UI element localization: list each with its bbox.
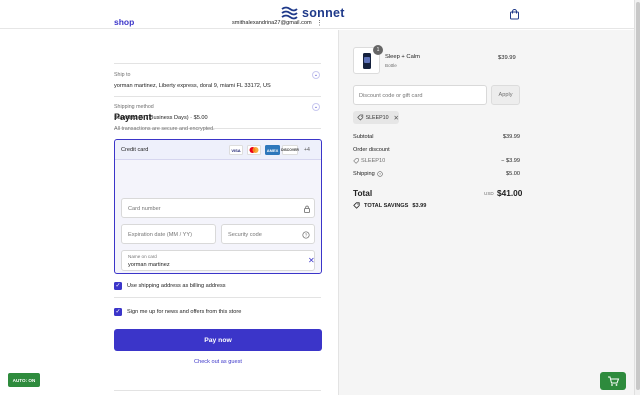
security-code-field[interactable]: Security code ?: [221, 224, 315, 244]
auto-toggle-button[interactable]: AUTO: ON: [8, 373, 40, 387]
ship-to-label: Ship to: [114, 72, 131, 78]
amex-icon: AMEX: [265, 145, 280, 155]
shipping-label: Shipping: [353, 171, 375, 177]
applied-discount-code: SLEEP10: [365, 114, 389, 121]
floating-cart-button[interactable]: [600, 372, 626, 390]
applied-discount-chip: SLEEP10 ✕: [353, 111, 399, 124]
name-on-card-field[interactable]: Name on card yorman martinez ✕: [121, 250, 315, 271]
ship-to-chevron-down-icon[interactable]: ⌄: [312, 71, 320, 79]
discount-placeholder: Discount code or gift card: [359, 93, 423, 99]
clear-icon[interactable]: ✕: [308, 256, 315, 265]
store-logo[interactable]: sonnet: [281, 6, 345, 20]
ship-to-value: yorman martinez, Liberty express, doral …: [114, 83, 271, 89]
tag-icon: [353, 158, 359, 164]
security-code-placeholder: Security code: [228, 232, 262, 238]
shop-pay-logo: shop: [114, 17, 135, 27]
product-name: Sleep + Calm: [385, 54, 420, 60]
remove-discount-icon[interactable]: ✕: [394, 114, 399, 122]
shipping-method-chevron-down-icon[interactable]: ⌄: [312, 103, 320, 111]
tag-icon: [353, 202, 360, 209]
total-currency: USD: [484, 191, 494, 196]
shipping-row: Shipping ?: [353, 171, 383, 177]
help-circle-icon[interactable]: ?: [302, 231, 310, 239]
product-variant: Bottle: [385, 63, 397, 68]
newsletter-label: Sign me up for news and offers from this…: [127, 309, 242, 315]
discount-code: SLEEP10: [361, 158, 386, 164]
scrollbar-thumb[interactable]: [636, 2, 640, 390]
discover-icon: DISCOVER: [281, 145, 299, 155]
billing-address-checkbox[interactable]: ✓: [114, 282, 122, 290]
credit-card-label: Credit card: [121, 147, 149, 153]
shipping-method-label: Shipping method: [114, 104, 154, 110]
total-label: Total: [353, 188, 373, 198]
more-options-icon[interactable]: ⋮: [316, 19, 323, 27]
credit-card-option[interactable]: Credit card VISA AMEX DISCOVER +4: [115, 140, 321, 160]
newsletter-checkbox[interactable]: ✓: [114, 308, 122, 316]
more-brands-count: +4: [304, 147, 310, 153]
total-value: $41.00: [497, 188, 523, 198]
expiration-date-field[interactable]: Expiration date (MM / YY): [121, 224, 216, 244]
payment-subtitle: All transactions are secure and encrypte…: [114, 126, 215, 132]
total-savings-row: TOTAL SAVINGS $3.99: [353, 202, 426, 209]
waves-logo-icon: [281, 6, 298, 20]
divider: [114, 63, 321, 64]
shipping-value: $5.00: [506, 171, 520, 177]
card-number-placeholder: Card number: [128, 206, 161, 212]
shopping-bag-icon[interactable]: [509, 9, 520, 20]
cart-icon: [608, 376, 620, 386]
name-on-card-value: yorman martinez: [128, 262, 170, 268]
expiration-placeholder: Expiration date (MM / YY): [128, 232, 192, 238]
billing-address-checkbox-row[interactable]: ✓ Use shipping address as billing addres…: [114, 282, 226, 290]
brand-name: sonnet: [302, 6, 345, 20]
quantity-badge: 1: [373, 45, 383, 55]
subtotal-label: Subtotal: [353, 134, 374, 140]
divider: [114, 297, 321, 298]
pay-now-button[interactable]: Pay now: [114, 329, 322, 351]
lock-icon: [304, 205, 310, 213]
total-savings-label: TOTAL SAVINGS: [364, 202, 409, 209]
discount-code-row: SLEEP10: [353, 158, 385, 164]
svg-text:?: ?: [305, 233, 308, 238]
card-number-field[interactable]: Card number: [121, 198, 315, 218]
name-on-card-label: Name on card: [128, 254, 157, 259]
help-circle-icon[interactable]: ?: [377, 171, 383, 177]
bottle-image: [363, 53, 371, 69]
visa-icon: VISA: [229, 145, 243, 155]
account-email: smithalexandrina27@gmail.com: [232, 20, 312, 26]
discount-code-input[interactable]: Discount code or gift card: [353, 85, 487, 105]
page-scrollbar[interactable]: [634, 0, 640, 395]
discount-value: − $3.99: [501, 158, 520, 164]
tag-icon: [357, 114, 364, 121]
divider: [114, 390, 321, 391]
credit-card-panel: Credit card VISA AMEX DISCOVER +4 Card n…: [114, 139, 322, 274]
total-savings-value: $3.99: [412, 202, 427, 209]
divider: [114, 96, 321, 97]
order-discount-label: Order discount: [353, 147, 390, 153]
mastercard-icon: [247, 145, 261, 155]
svg-text:?: ?: [379, 172, 381, 176]
apply-discount-button[interactable]: Apply: [491, 85, 520, 105]
subtotal-value: $39.99: [502, 134, 520, 140]
product-price: $39.99: [498, 55, 516, 61]
newsletter-checkbox-row[interactable]: ✓ Sign me up for news and offers from th…: [114, 308, 241, 316]
billing-address-label: Use shipping address as billing address: [127, 283, 226, 289]
payment-title: Payment: [114, 112, 152, 122]
